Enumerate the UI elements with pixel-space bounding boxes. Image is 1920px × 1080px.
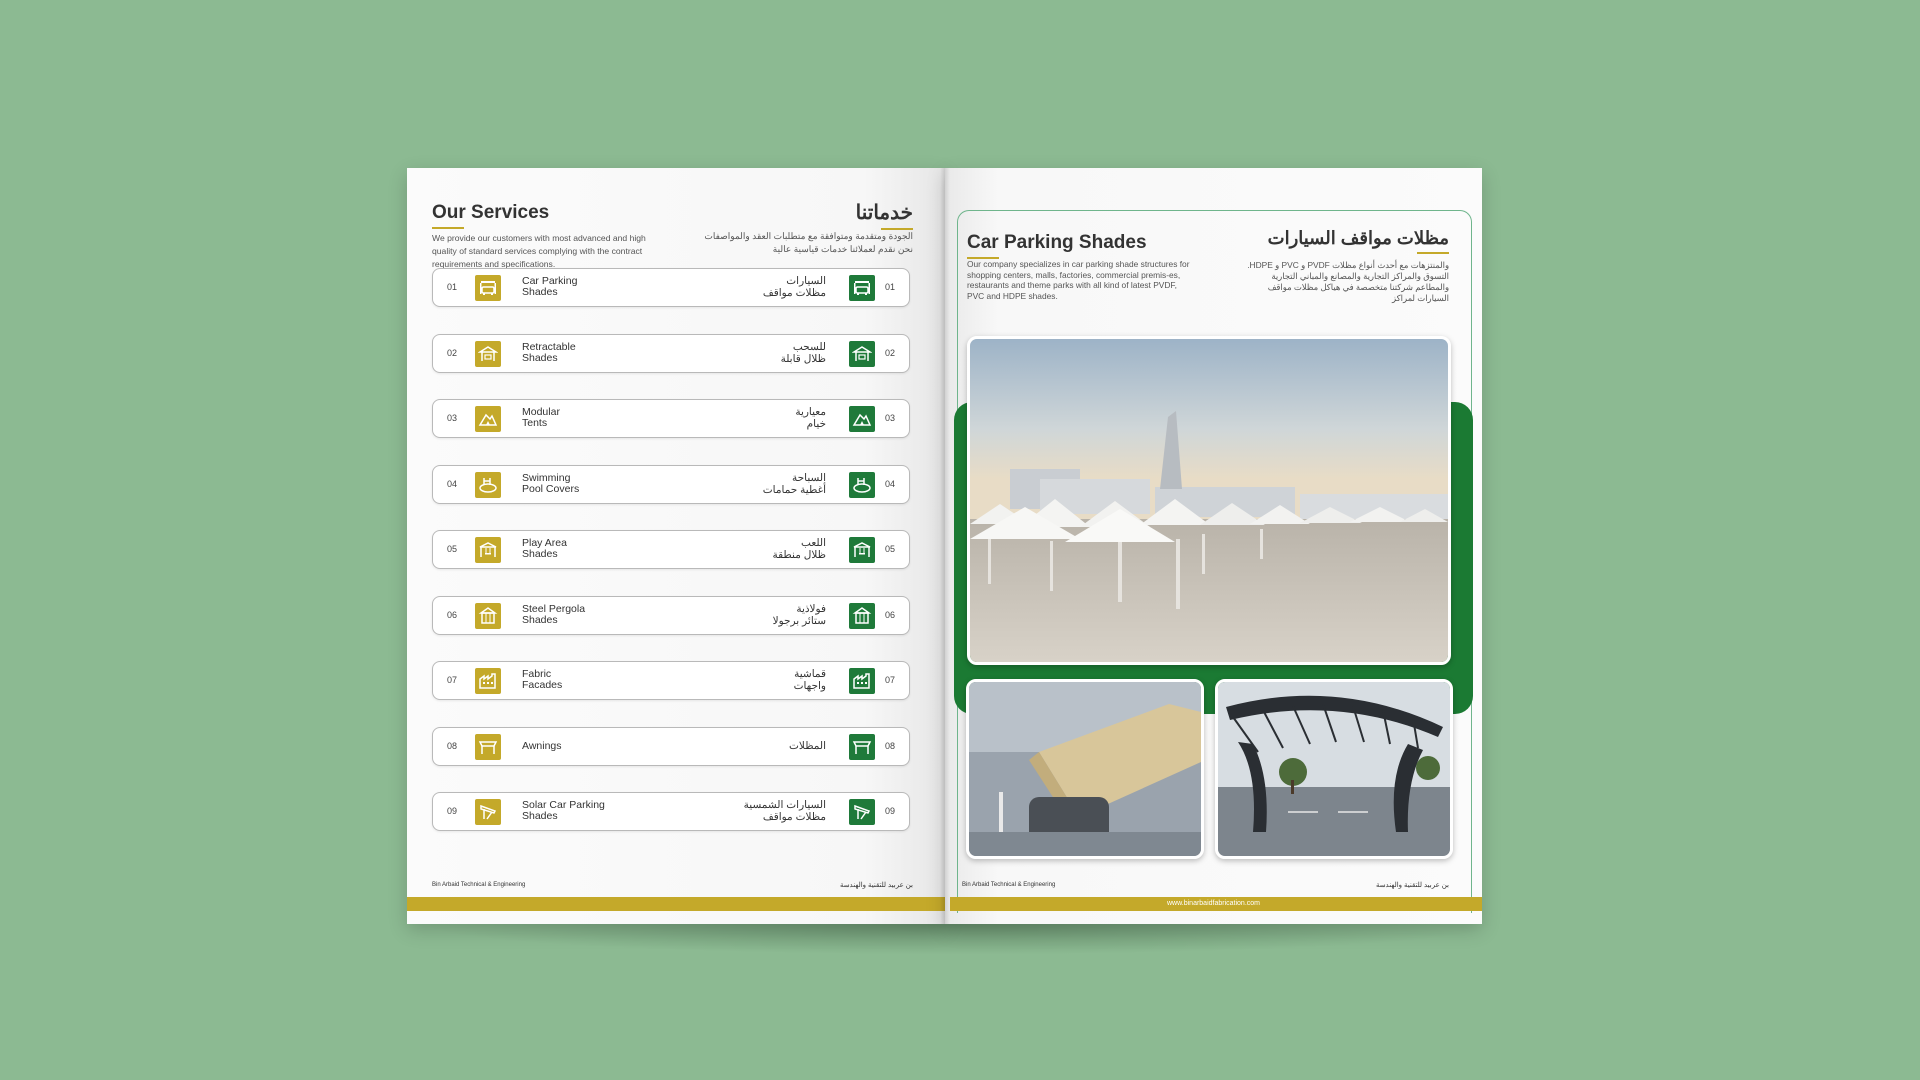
tent-icon <box>475 406 501 432</box>
section-text-en: Our company specializes in car parking s… <box>967 259 1190 301</box>
service-label-en: Awnings <box>522 739 562 752</box>
service-number: 02 <box>884 347 895 358</box>
service-row-07[interactable]: 07 Fabric Facades قماشية واجهات 07 <box>432 661 910 700</box>
service-label-en: Play Area Shades <box>522 537 567 560</box>
pool-icon <box>475 471 501 498</box>
service-label-ar: السيارات مظلات مواقف <box>762 275 826 299</box>
service-row-05[interactable]: 05 Play Area Shades اللعب ظلال منطقة 05 <box>432 530 910 569</box>
service-number: 09 <box>884 806 895 816</box>
service-number: 07 <box>884 675 895 685</box>
left-page: Our Services خدماتنا We provide our cust… <box>407 168 945 924</box>
service-row-08[interactable]: 08 Awnings المظلات 08 <box>432 726 910 766</box>
service-row-04[interactable]: 04 Swimming Pool Covers السباحة أغطية حمامات… <box>432 464 910 504</box>
awning-icon <box>475 733 501 760</box>
car-icon <box>475 275 501 301</box>
tent-icon <box>849 406 875 432</box>
service-label-ar: قماشية واجهات <box>793 668 826 692</box>
car-icon <box>849 275 875 301</box>
service-number: 07 <box>447 675 458 685</box>
awning-icon <box>849 733 875 760</box>
service-label-en: Retractable Shades <box>522 340 576 364</box>
steel-pergola-render <box>1215 679 1453 859</box>
service-label-en: Modular Tents <box>522 406 560 429</box>
service-row-09[interactable]: 09 Solar Car Parking Shades السيارات الشمسي… <box>432 792 910 831</box>
service-row-02[interactable]: 02 Retractable Shades للسحب ظلال قابلة 02 <box>432 333 910 373</box>
solar-shade-icon <box>849 799 875 825</box>
service-label-ar: اللعب ظلال منطقة <box>772 537 826 561</box>
pergola-icon <box>475 602 501 629</box>
service-row-01[interactable]: 01 Car Parking Shades السيارات مظلات مواقف 01 <box>432 268 910 307</box>
footer-company-en: Bin Arbaid Technical & Engineering <box>432 882 526 888</box>
service-label-ar: معيارية خيام <box>795 406 826 430</box>
footer-bar <box>407 897 945 911</box>
service-number: 04 <box>884 478 895 489</box>
service-number: 06 <box>447 609 458 620</box>
intro-text-en: We provide our customers with most advan… <box>432 233 646 269</box>
service-label-en: Solar Car Parking Shades <box>522 799 605 822</box>
pergola-icon <box>849 602 875 629</box>
spine-fold <box>940 168 950 924</box>
service-label-ar: السباحة أغطية حمامات <box>762 471 826 496</box>
footer-company-en: Bin Arbaid Technical & Engineering <box>962 882 1056 888</box>
service-number: 09 <box>447 806 458 816</box>
service-number: 01 <box>884 282 895 292</box>
service-number: 03 <box>447 413 458 423</box>
service-row-06[interactable]: 06 Steel Pergola Shades فولاذية ستائر برجولا… <box>432 595 910 635</box>
service-number: 02 <box>447 347 458 358</box>
cantilever-shade-render <box>966 679 1204 859</box>
service-number: 01 <box>447 282 458 292</box>
page-title-ar: خدماتنا <box>855 202 914 230</box>
intro-text-ar: الجودة ومتقدمة ومتوافقة مع متطلبات العقد… <box>704 231 913 254</box>
facade-icon <box>475 668 501 694</box>
service-number: 05 <box>884 544 895 554</box>
section-text-ar: والمنتزهات مع أحدث أنواع مظلات PVDF و PV… <box>1247 260 1449 303</box>
website-link[interactable]: www.binarbaidfabrication.com <box>945 900 1482 907</box>
service-label-ar: المظلات <box>789 739 826 752</box>
right-page: Car Parking Shades مظلات مواقف السيارات … <box>945 168 1482 924</box>
service-number: 08 <box>884 740 895 751</box>
service-row-03[interactable]: 03 Modular Tents معيارية خيام 03 <box>432 399 910 438</box>
service-label-ar: فولاذية ستائر برجولا <box>772 602 826 627</box>
retractable-shade-icon <box>475 340 501 367</box>
service-number: 06 <box>884 609 895 620</box>
playground-icon <box>849 537 875 563</box>
service-number: 05 <box>447 544 458 554</box>
retractable-shade-icon <box>849 340 875 367</box>
footer-company-ar: بن عربيد للتقنية والهندسة <box>839 882 913 889</box>
service-label-ar: للسحب ظلال قابلة <box>780 340 826 365</box>
service-label-en: Car Parking Shades <box>522 275 578 298</box>
service-label-en: Fabric Facades <box>522 668 563 691</box>
footer-company-ar: بن عربيد للتقنية والهندسة <box>1375 882 1449 889</box>
parking-shades-photo <box>967 336 1451 665</box>
playground-icon <box>475 537 501 563</box>
service-number: 04 <box>447 478 458 489</box>
section-title-ar: مظلات مواقف السيارات <box>1267 228 1450 254</box>
solar-shade-icon <box>475 799 501 825</box>
facade-icon <box>849 668 875 694</box>
section-title-en: Car Parking Shades <box>967 232 1147 259</box>
page-title-en: Our Services <box>432 202 550 229</box>
service-number: 08 <box>447 740 458 751</box>
pool-icon <box>849 471 875 498</box>
service-number: 03 <box>884 413 895 423</box>
service-label-ar: السيارات الشمسية مظلات مواقف <box>743 799 826 823</box>
service-label-en: Swimming Pool Covers <box>522 471 580 495</box>
service-label-en: Steel Pergola Shades <box>522 602 586 626</box>
